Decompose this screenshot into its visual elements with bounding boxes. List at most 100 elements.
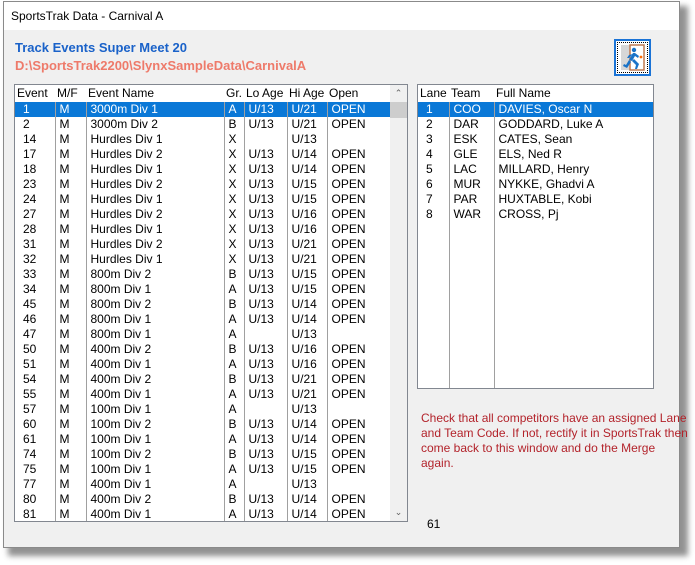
event-row[interactable]: 77 M 400m Div 1 A U/13 bbox=[15, 477, 392, 492]
col-grade[interactable]: Gr. bbox=[224, 85, 244, 102]
col-lane[interactable]: Lane bbox=[418, 85, 449, 102]
full-name: HUXTABLE, Kobi bbox=[493, 192, 653, 207]
grade: X bbox=[223, 132, 244, 147]
col-open[interactable]: Open bbox=[327, 85, 392, 102]
scroll-up-arrow-icon[interactable]: ⌃ bbox=[390, 85, 407, 102]
window-titlebar[interactable]: SportsTrak Data - Carnival A bbox=[4, 2, 679, 30]
event-row[interactable]: 46 M 800m Div 1 A U/13 U/14 OPEN bbox=[15, 312, 392, 327]
lo-age: U/13 bbox=[243, 432, 287, 447]
event-row[interactable]: 60 M 100m Div 2 B U/13 U/14 OPEN bbox=[15, 417, 392, 432]
competitor-row[interactable]: 3 ESK CATES, Sean bbox=[418, 132, 653, 147]
competitor-row[interactable]: 1 COO DAVIES, Oscar N bbox=[418, 102, 653, 117]
grade: A bbox=[223, 387, 244, 402]
event-row[interactable]: 45 M 800m Div 2 B U/13 U/14 OPEN bbox=[15, 297, 392, 312]
event-row[interactable]: 2 M 3000m Div 2 B U/13 U/21 OPEN bbox=[15, 117, 392, 132]
full-name: CROSS, Pj bbox=[493, 207, 653, 222]
gender: M bbox=[54, 492, 86, 507]
event-row[interactable]: 75 M 100m Div 1 A U/13 U/15 OPEN bbox=[15, 462, 392, 477]
full-name: GODDARD, Luke A bbox=[493, 117, 653, 132]
event-row[interactable]: 61 M 100m Div 1 A U/13 U/14 OPEN bbox=[15, 432, 392, 447]
event-row[interactable]: 81 M 400m Div 1 A U/13 U/14 OPEN bbox=[15, 507, 392, 521]
col-team[interactable]: Team bbox=[449, 85, 494, 102]
event-row[interactable]: 55 M 400m Div 1 A U/13 U/21 OPEN bbox=[15, 387, 392, 402]
competitors-header-row: Lane Team Full Name bbox=[418, 85, 653, 102]
grade: X bbox=[223, 222, 244, 237]
gender: M bbox=[54, 357, 86, 372]
col-mf[interactable]: M/F bbox=[55, 85, 86, 102]
competitor-row[interactable]: 6 MUR NYKKE, Ghadvi A bbox=[418, 177, 653, 192]
event-name: 100m Div 1 bbox=[85, 432, 224, 447]
event-row[interactable]: 17 M Hurdles Div 2 X U/13 U/14 OPEN bbox=[15, 147, 392, 162]
event-number: 47 bbox=[23, 327, 37, 341]
hi-age: U/21 bbox=[286, 372, 327, 387]
event-row[interactable]: 47 M 800m Div 1 A U/13 bbox=[15, 327, 392, 342]
lo-age: U/13 bbox=[243, 387, 287, 402]
col-event-name[interactable]: Event Name bbox=[86, 85, 224, 102]
event-name: 800m Div 2 bbox=[85, 267, 224, 282]
gender: M bbox=[54, 162, 86, 177]
competitors-table: Lane Team Full Name 1 COO DAVIES, Oscar N2… bbox=[418, 85, 653, 222]
lo-age: U/13 bbox=[243, 207, 287, 222]
event-number: 14 bbox=[23, 132, 37, 146]
event-row[interactable]: 28 M Hurdles Div 1 X U/13 U/16 OPEN bbox=[15, 222, 392, 237]
column-divider bbox=[449, 102, 450, 388]
open: OPEN bbox=[326, 252, 392, 267]
competitor-row[interactable]: 8 WAR CROSS, Pj bbox=[418, 207, 653, 222]
col-lo-age[interactable]: Lo Age bbox=[244, 85, 287, 102]
col-hi-age[interactable]: Hi Age bbox=[287, 85, 327, 102]
scroll-down-arrow-icon[interactable]: ⌄ bbox=[390, 504, 407, 521]
competitor-row[interactable]: 5 LAC MILLARD, Henry bbox=[418, 162, 653, 177]
open: OPEN bbox=[326, 117, 392, 132]
exit-button[interactable] bbox=[614, 39, 651, 76]
competitors-list[interactable]: Lane Team Full Name 1 COO DAVIES, Oscar N2… bbox=[417, 84, 654, 389]
event-row[interactable]: 33 M 800m Div 2 B U/13 U/15 OPEN bbox=[15, 267, 392, 282]
grade: A bbox=[223, 282, 244, 297]
event-row[interactable]: 31 M Hurdles Div 2 X U/13 U/21 OPEN bbox=[15, 237, 392, 252]
lo-age: U/13 bbox=[243, 147, 287, 162]
hi-age: U/15 bbox=[286, 192, 327, 207]
events-scrollbar[interactable]: ⌃ ⌄ bbox=[390, 85, 407, 521]
event-row[interactable]: 80 M 400m Div 2 B U/13 U/14 OPEN bbox=[15, 492, 392, 507]
hi-age: U/21 bbox=[286, 102, 327, 117]
lo-age bbox=[243, 402, 287, 417]
event-row[interactable]: 27 M Hurdles Div 2 X U/13 U/16 OPEN bbox=[15, 207, 392, 222]
event-name: 100m Div 2 bbox=[85, 417, 224, 432]
open: OPEN bbox=[326, 192, 392, 207]
event-row[interactable]: 23 M Hurdles Div 2 X U/13 U/15 OPEN bbox=[15, 177, 392, 192]
gender: M bbox=[54, 477, 86, 492]
event-row[interactable]: 1 M 3000m Div 1 A U/13 U/21 OPEN bbox=[15, 102, 392, 117]
event-number: 23 bbox=[23, 177, 37, 191]
full-name: ELS, Ned R bbox=[493, 147, 653, 162]
event-number: 2 bbox=[23, 117, 30, 131]
scroll-thumb[interactable] bbox=[390, 102, 407, 118]
team-code: DAR bbox=[448, 117, 494, 132]
event-name: 400m Div 1 bbox=[85, 507, 224, 521]
event-number: 31 bbox=[23, 237, 37, 251]
data-path: D:\SportsTrak2200\SlynxSampleData\Carniv… bbox=[15, 58, 307, 73]
hi-age: U/21 bbox=[286, 252, 327, 267]
event-row[interactable]: 18 M Hurdles Div 1 X U/13 U/14 OPEN bbox=[15, 162, 392, 177]
event-row[interactable]: 14 M Hurdles Div 1 X U/13 bbox=[15, 132, 392, 147]
col-event[interactable]: Event bbox=[15, 85, 55, 102]
competitor-row[interactable]: 4 GLE ELS, Ned R bbox=[418, 147, 653, 162]
event-name: Hurdles Div 1 bbox=[85, 192, 224, 207]
col-full-name[interactable]: Full Name bbox=[494, 85, 653, 102]
competitor-row[interactable]: 7 PAR HUXTABLE, Kobi bbox=[418, 192, 653, 207]
grade: A bbox=[223, 402, 244, 417]
competitor-row[interactable]: 2 DAR GODDARD, Luke A bbox=[418, 117, 653, 132]
lane: 3 bbox=[426, 132, 433, 146]
events-list[interactable]: Event M/F Event Name Gr. Lo Age Hi Age O… bbox=[14, 84, 408, 522]
event-row[interactable]: 54 M 400m Div 2 B U/13 U/21 OPEN bbox=[15, 372, 392, 387]
event-row[interactable]: 24 M Hurdles Div 1 X U/13 U/15 OPEN bbox=[15, 192, 392, 207]
event-name: Hurdles Div 1 bbox=[85, 132, 224, 147]
hi-age: U/21 bbox=[286, 117, 327, 132]
event-row[interactable]: 50 M 400m Div 2 B U/13 U/16 OPEN bbox=[15, 342, 392, 357]
event-row[interactable]: 74 M 100m Div 2 B U/13 U/15 OPEN bbox=[15, 447, 392, 462]
hi-age: U/14 bbox=[286, 312, 327, 327]
event-row[interactable]: 34 M 800m Div 1 A U/13 U/15 OPEN bbox=[15, 282, 392, 297]
event-row[interactable]: 51 M 400m Div 1 A U/13 U/16 OPEN bbox=[15, 357, 392, 372]
gender: M bbox=[54, 267, 86, 282]
event-row[interactable]: 57 M 100m Div 1 A U/13 bbox=[15, 402, 392, 417]
grade: X bbox=[223, 207, 244, 222]
event-row[interactable]: 32 M Hurdles Div 1 X U/13 U/21 OPEN bbox=[15, 252, 392, 267]
